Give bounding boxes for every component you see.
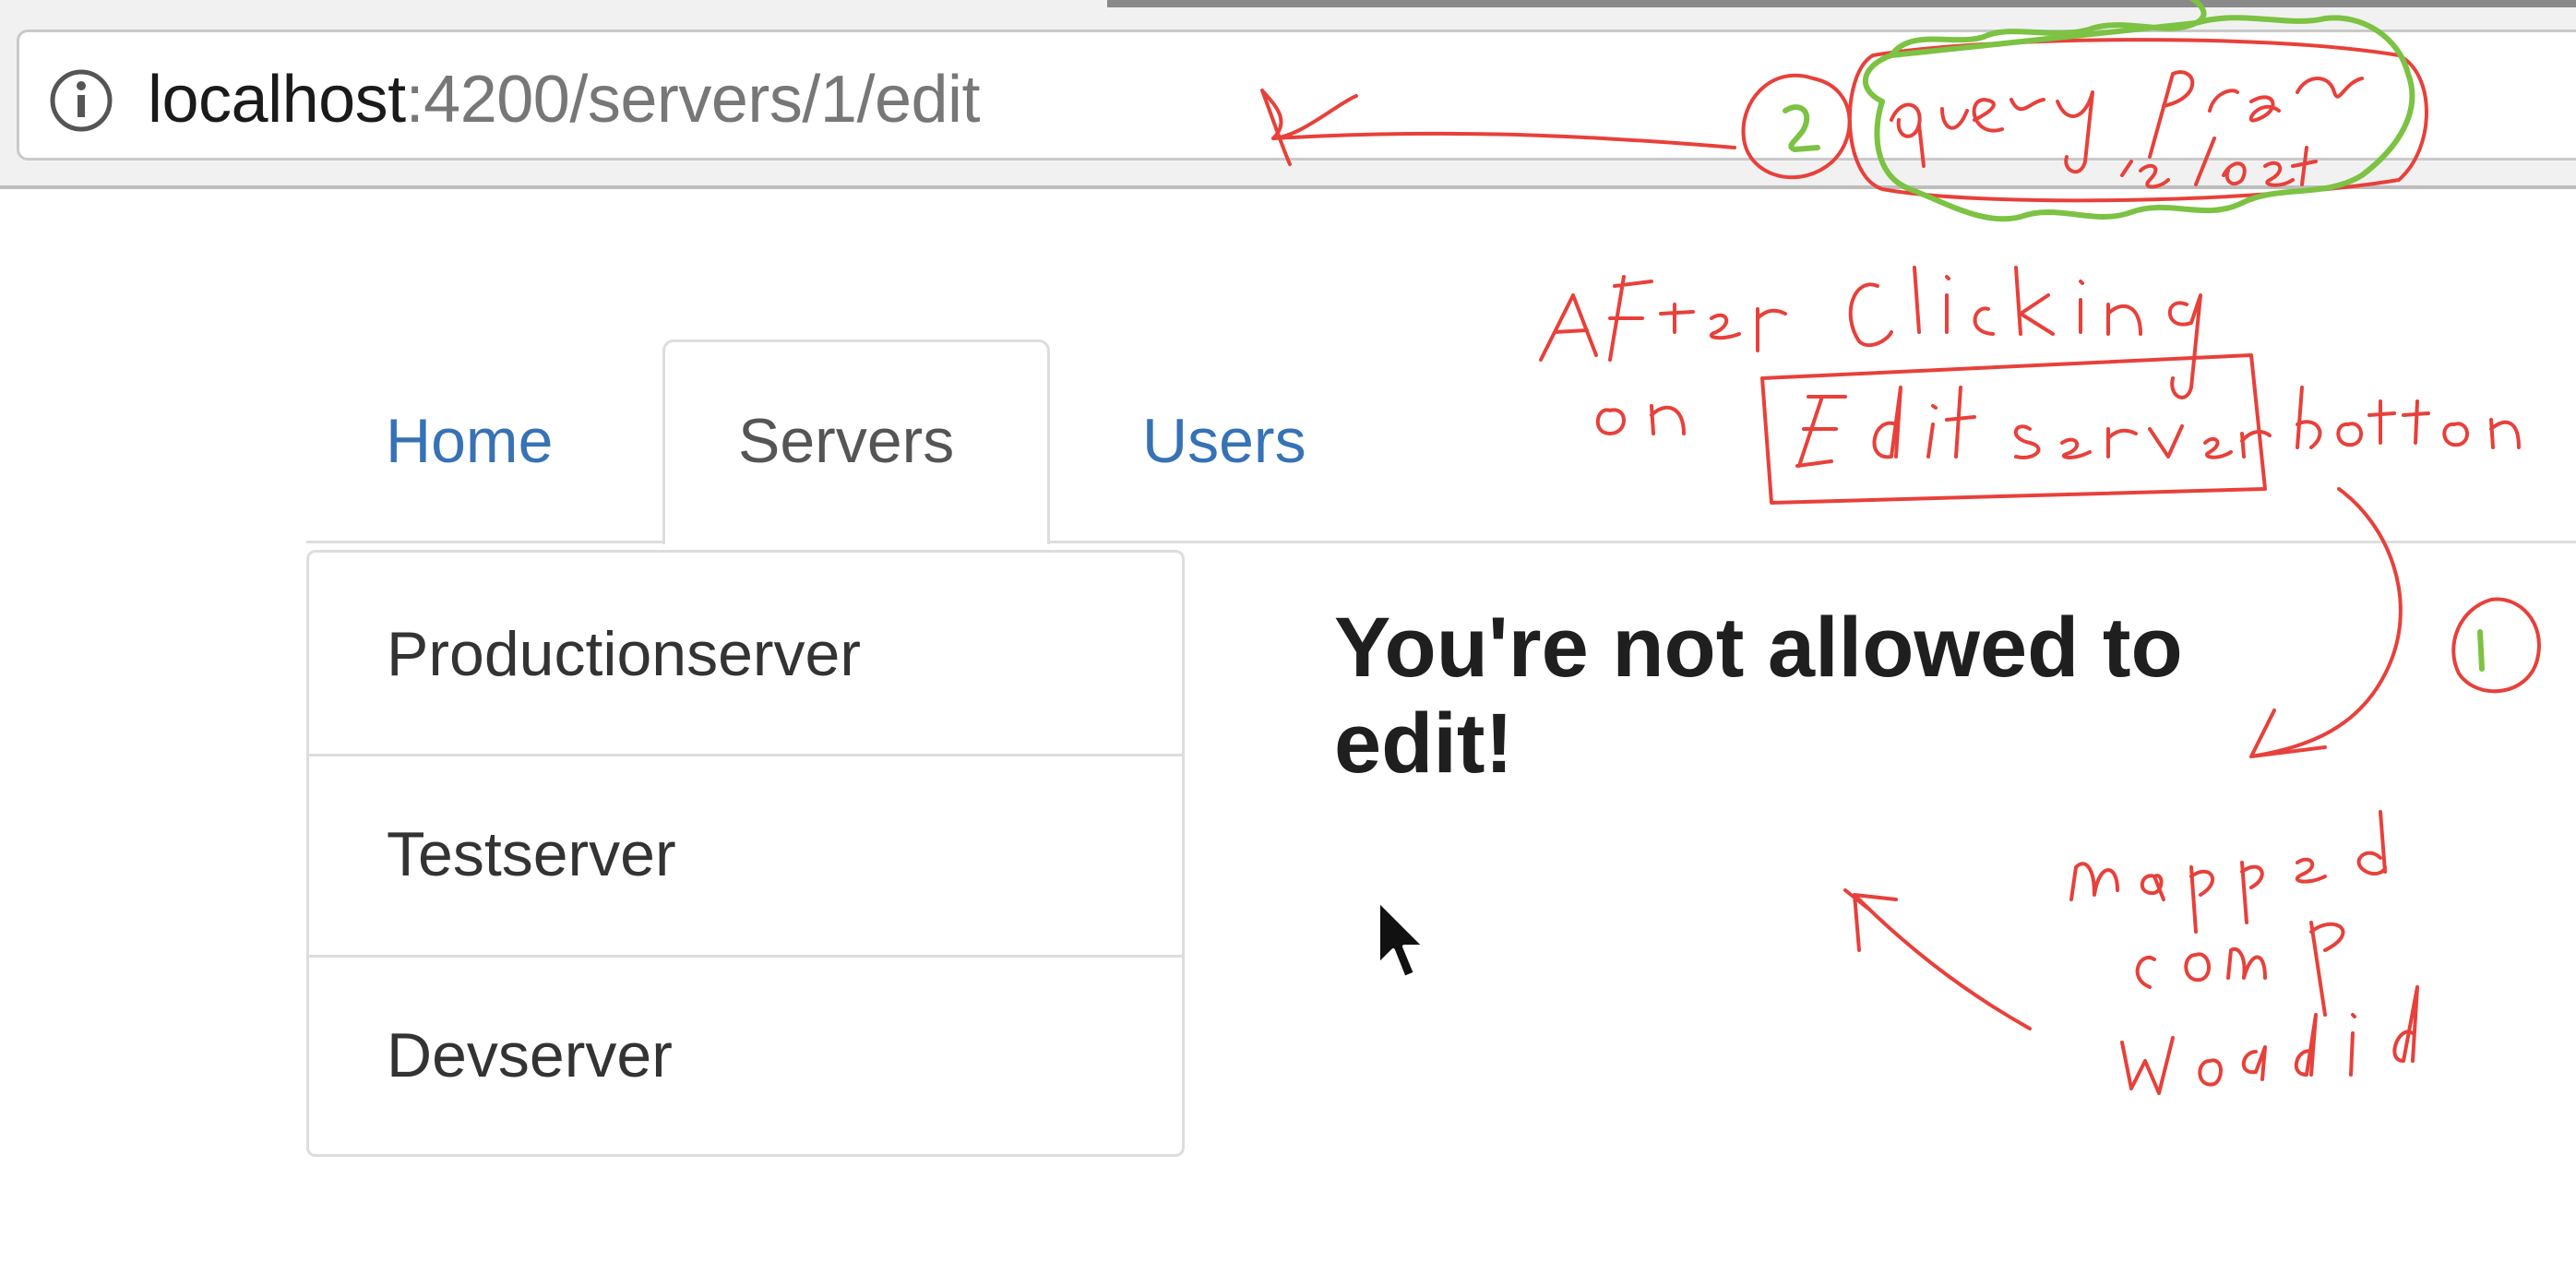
handwriting-comp [2135, 921, 2345, 1017]
toolbar-edge [1107, 0, 2576, 7]
servers-list: Productionserver Testserver Devserver [306, 550, 1185, 1157]
handwriting-mapped [2069, 810, 2387, 934]
arrow-to-mapped [2249, 487, 2403, 758]
list-item-label: Productionserver [387, 619, 862, 689]
browser-toolbar: localhost:4200/servers/1/edit [0, 0, 2576, 189]
list-item-label: Testserver [387, 819, 676, 889]
tab-servers-label: Servers [738, 406, 955, 476]
info-icon[interactable] [48, 67, 114, 134]
green-one-mark [2477, 629, 2485, 672]
arrow-to-message [1843, 888, 2032, 1030]
tabs-divider [306, 541, 2576, 543]
handwriting-button [2296, 386, 2521, 449]
url-path: :4200/servers/1/edit [405, 63, 981, 137]
edit-server-box [1760, 353, 2267, 505]
url-host: localhost [148, 63, 406, 137]
not-allowed-message: You're not allowed to edit! [1334, 601, 2183, 791]
url-text[interactable]: localhost:4200/servers/1/edit [148, 59, 981, 140]
mouse-cursor-icon [1377, 899, 1426, 980]
list-item-testserver[interactable]: Testserver [309, 756, 1182, 958]
circle-one-icon [2451, 597, 2541, 694]
handwriting-loaded [2120, 985, 2419, 1095]
tab-users[interactable]: Users [1142, 404, 1306, 478]
list-item-productionserver[interactable]: Productionserver [309, 553, 1182, 754]
handwriting-after-clicking [1539, 266, 2202, 399]
list-item-devserver[interactable]: Devserver [309, 958, 1182, 1159]
tab-home[interactable]: Home [386, 404, 553, 478]
handwriting-edit-server [1795, 386, 2272, 468]
list-item-label: Devserver [387, 1020, 673, 1090]
handwriting-on [1595, 404, 1686, 435]
